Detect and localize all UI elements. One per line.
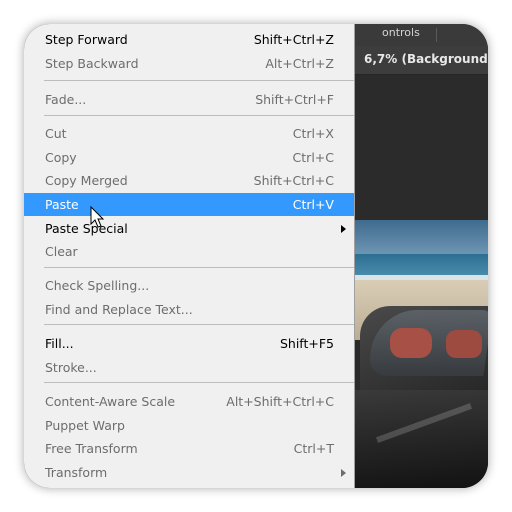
menu-item-transform[interactable]: Transform [24,461,354,484]
menu-item-label: Stroke... [45,360,97,375]
panel-tab-controls[interactable]: ontrols [382,26,420,39]
menu-item-cut[interactable]: Cut Ctrl+X [24,122,354,145]
menu-separator [44,267,354,268]
menu-item-stroke[interactable]: Stroke... [24,356,354,379]
menu-item-shortcut: Ctrl+C [292,150,334,165]
menu-item-label: Transform [45,465,108,480]
menu-item-label: Content-Aware Scale [45,394,176,409]
menu-item-shortcut: Shift+Ctrl+F [255,92,334,107]
menu-item-step-forward[interactable]: Step Forward Shift+Ctrl+Z [24,28,354,51]
menu-item-content-aware-scale[interactable]: Content-Aware Scale Alt+Shift+Ctrl+C [24,390,354,413]
menu-item-clear[interactable]: Clear [24,240,354,263]
tab-divider [436,28,437,42]
menu-item-puppet-warp[interactable]: Puppet Warp [24,414,354,437]
submenu-arrow-icon [341,225,346,233]
menu-item-find-replace[interactable]: Find and Replace Text... [24,298,354,321]
document-tab[interactable]: 6,7% (Background [354,46,488,75]
menu-item-label: Fade... [45,92,87,107]
menu-item-label: Check Spelling... [45,278,150,293]
menu-item-step-backward[interactable]: Step Backward Alt+Ctrl+Z [24,52,354,75]
menu-item-shortcut: Shift+F5 [279,336,334,351]
menu-item-label: Fill... [45,336,74,351]
panel-tab-bar: ontrols [354,24,488,47]
menu-item-shortcut: Shift+Ctrl+C [253,173,334,188]
menu-separator [44,80,354,81]
submenu-arrow-icon [341,469,346,477]
menu-item-label: Copy [45,150,77,165]
arrow-pointer-icon [90,206,105,228]
menu-item-label: Copy Merged [45,173,128,188]
photo-sky [354,220,488,254]
menu-item-copy-merged[interactable]: Copy Merged Shift+Ctrl+C [24,169,354,192]
menu-item-shortcut: Alt+Ctrl+Z [265,56,334,71]
menu-item-paste[interactable]: Paste Ctrl+V [24,193,354,216]
menu-item-label: Step Forward [45,32,128,47]
menu-item-paste-special[interactable]: Paste Special [24,217,354,240]
menu-item-label: Cut [45,126,67,141]
menu-item-fade[interactable]: Fade... Shift+Ctrl+F [24,88,354,111]
menu-separator [44,382,354,383]
menu-item-label: Free Transform [45,441,138,456]
menu-item-label: Step Backward [45,56,139,71]
menu-item-label: Clear [45,244,78,259]
edit-menu: Step Forward Shift+Ctrl+Z Step Backward … [24,24,355,488]
menu-item-shortcut: Alt+Shift+Ctrl+C [226,394,334,409]
photo-car-seat [390,328,432,358]
photo-car-seat [446,330,482,358]
menu-item-label: Find and Replace Text... [45,302,193,317]
screenshot-frame: ontrols 6,7% (Background Step Forward Sh… [24,24,488,488]
menu-item-label: Puppet Warp [45,418,125,433]
menu-item-fill[interactable]: Fill... Shift+F5 [24,332,354,355]
menu-item-copy[interactable]: Copy Ctrl+C [24,146,354,169]
menu-item-label: Paste [45,197,79,212]
menu-item-free-transform[interactable]: Free Transform Ctrl+T [24,437,354,460]
menu-item-shortcut: Shift+Ctrl+Z [253,32,334,47]
menu-item-shortcut: Ctrl+T [293,441,334,456]
menu-item-check-spelling[interactable]: Check Spelling... [24,274,354,297]
menu-item-shortcut: Ctrl+V [292,197,334,212]
document-title: 6,7% (Background [364,52,488,66]
menu-separator [44,324,354,325]
menu-item-label: Paste Special [45,221,128,236]
menu-item-shortcut: Ctrl+X [292,126,334,141]
menu-separator [44,115,354,116]
canvas-image[interactable] [354,220,488,488]
